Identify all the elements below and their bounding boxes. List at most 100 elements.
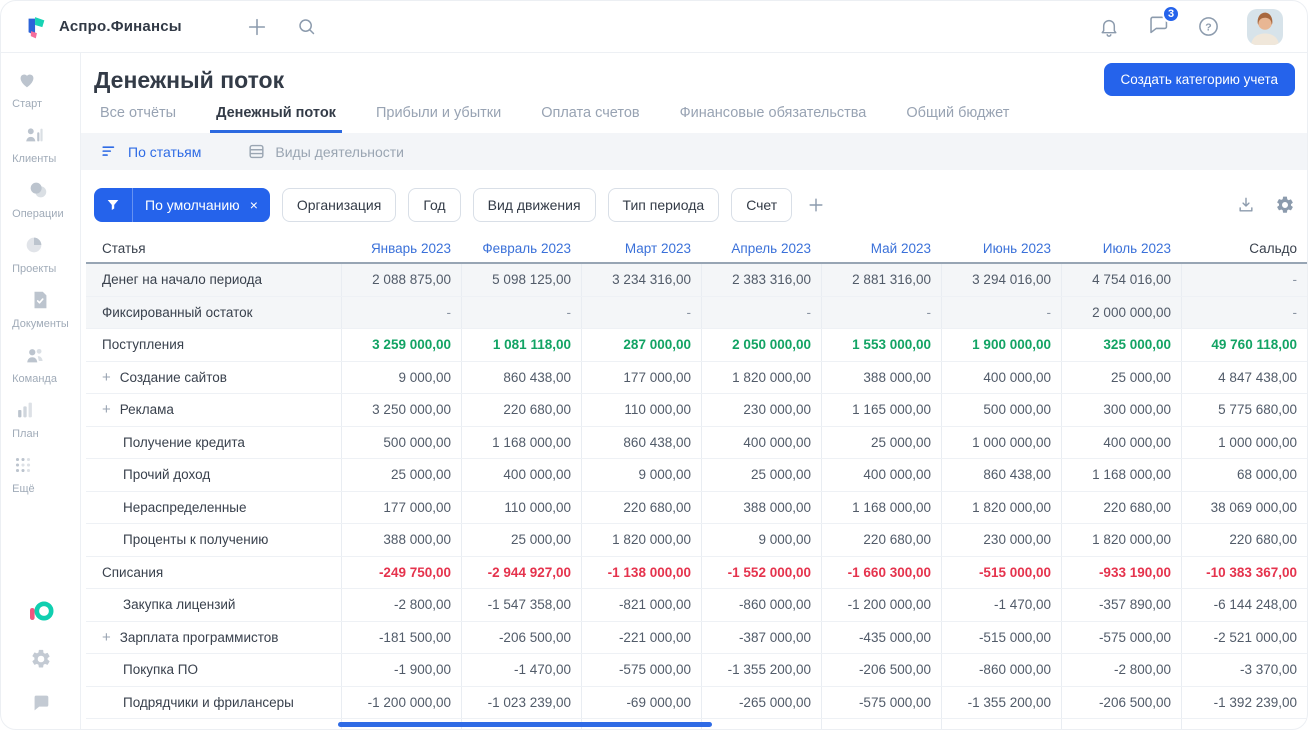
row-label-text: Зарплата программистов [119,629,279,645]
cell-value: 1 820 000,00 [581,524,701,556]
support-chat-icon[interactable] [30,692,52,714]
add-button[interactable] [246,16,268,38]
cell-value: 1 820 000,00 [701,361,821,393]
row-label[interactable]: Списания [86,557,341,589]
download-icon[interactable] [1236,195,1256,215]
search-icon[interactable] [296,16,317,37]
horizontal-scrollbar-thumb[interactable] [338,722,712,727]
view-tab-label: Виды деятельности [275,143,404,160]
applied-filter-pill[interactable]: По умолчанию × [94,188,270,222]
row-label[interactable]: Закупка лицензий [86,589,341,621]
cell-value: - [701,296,821,328]
expand-plus-icon[interactable]: + [102,630,111,645]
sidebar-bottom [27,600,55,714]
row-label[interactable]: Поступления [86,329,341,361]
cell-value: 1 820 000,00 [1061,524,1181,556]
cell-value: 25 000,00 [341,459,461,491]
table-row: + Зарплата программистов -181 500,00 -206 5… [86,621,1307,654]
filter-button-Тип периода[interactable]: Тип периода [607,188,720,222]
cell-value: -1 355 200,00 [941,686,1061,718]
help-icon[interactable]: ? [1197,15,1220,38]
cell-value: 68 000,00 [1181,459,1307,491]
column-header-month[interactable]: Апрель 2023 [701,240,821,257]
sidebar-item-label: Старт [12,98,43,110]
cell-value: 1 168 000,00 [461,426,581,458]
column-header-month[interactable]: Февраль 2023 [461,240,581,257]
column-header-month[interactable]: Март 2023 [581,240,701,257]
column-header-month[interactable]: Июль 2023 [1061,240,1181,257]
tab-Оплата счетов[interactable]: Оплата счетов [535,104,645,133]
row-label[interactable]: Подрядчики и фрилансеры [86,687,341,719]
cell-value: - [341,296,461,328]
table-row: Поступления 3 259 000,00 1 081 118,00 287 0… [86,329,1307,362]
tab-Прибыли и убытки[interactable]: Прибыли и убытки [370,104,507,133]
column-header-saldo: Сальдо [1249,240,1297,256]
filter-button-Организация[interactable]: Организация [281,188,397,222]
sidebar-item-more-grid[interactable]: Ещё [12,454,35,495]
cell-value: -206 500,00 [821,654,941,686]
row-label[interactable]: + Создание сайтов [86,362,341,394]
sidebar-item-start[interactable]: Старт [12,69,42,110]
row-label[interactable]: Нераспределенные [86,492,341,524]
column-header-month[interactable]: Май 2023 [821,240,941,257]
cell-value: 400 000,00 [821,459,941,491]
tab-Финансовые обязательства[interactable]: Финансовые обязательства [674,104,873,133]
app-name: Аспро.Финансы [59,18,182,35]
cell-value: -1 355 200,00 [701,654,821,686]
user-avatar[interactable] [1247,8,1283,45]
row-label[interactable]: Получение кредита [86,427,341,459]
cell-value: 3 250 000,00 [341,394,461,426]
sidebar-item-documents[interactable]: Документы [12,289,69,330]
row-label[interactable]: Проценты к получению [86,524,341,556]
filter-button-Счет[interactable]: Счет [731,188,793,222]
start-icon [16,69,38,94]
aspro-app-icon[interactable] [27,600,55,626]
cell-value: -1 200 000,00 [821,589,941,621]
cell-value: 5 775 680,00 [1181,394,1307,426]
tab-Денежный поток[interactable]: Денежный поток [210,104,342,133]
sidebar-item-operations[interactable]: Операции [12,179,64,220]
cell-value: 388 000,00 [341,524,461,556]
notifications-bell-icon[interactable] [1098,16,1120,38]
view-tab-Виды деятельности[interactable]: Виды деятельности [241,141,410,162]
table-settings-gear-icon[interactable] [1275,195,1295,215]
sidebar-item-clients[interactable]: Клиенты [12,124,56,165]
expand-plus-icon[interactable]: + [102,370,111,385]
clients-icon [23,124,45,149]
row-label[interactable]: Покупка ПО [86,654,341,686]
sidebar-item-projects[interactable]: Проекты [12,234,56,275]
messages-button[interactable]: 3 [1147,4,1180,41]
cell-value: -6 144 248,00 [1181,589,1307,621]
cell-value: 9 000,00 [701,524,821,556]
row-label[interactable]: + Реклама [86,394,341,426]
settings-gear-icon[interactable] [30,648,52,670]
cell-value: 220 680,00 [821,524,941,556]
filter-button-Вид движения[interactable]: Вид движения [472,188,596,222]
tab-Общий бюджет[interactable]: Общий бюджет [900,104,1015,133]
sidebar-item-team[interactable]: Команда [12,344,57,385]
filter-button-Год[interactable]: Год [408,188,461,222]
table-row: Денег на начало периода 2 088 875,00 5 098… [86,264,1307,297]
column-header-month[interactable]: Январь 2023 [341,240,461,257]
team-icon [24,344,46,369]
column-header-month[interactable]: Июнь 2023 [941,240,1061,257]
row-label-text: Реклама [119,402,174,418]
cell-value: 25 000,00 [701,459,821,491]
create-category-button[interactable]: Создать категорию учета [1103,63,1295,96]
sidebar-item-plan[interactable]: План [12,399,39,440]
row-label[interactable]: Фиксированный остаток [86,297,341,329]
expand-plus-icon[interactable]: + [102,402,111,417]
cell-value: -515 000,00 [941,621,1061,653]
row-label[interactable]: Прочий доход [86,459,341,491]
add-filter-icon[interactable] [804,195,828,215]
row-label[interactable]: +Зарплата программистов [86,719,341,729]
tab-Все отчёты[interactable]: Все отчёты [94,104,182,133]
row-label[interactable]: + Зарплата программистов [86,622,341,654]
sidebar-item-label: Команда [12,373,57,385]
cell-value: -206 500,00 [461,621,581,653]
view-tab-По статьям[interactable]: По статьям [94,141,207,162]
remove-filter-icon[interactable]: × [245,197,270,213]
row-label-text: Покупка ПО [123,662,198,678]
row-label[interactable]: Денег на начало периода [86,264,341,296]
cell-value: 3 259 000,00 [341,329,461,361]
